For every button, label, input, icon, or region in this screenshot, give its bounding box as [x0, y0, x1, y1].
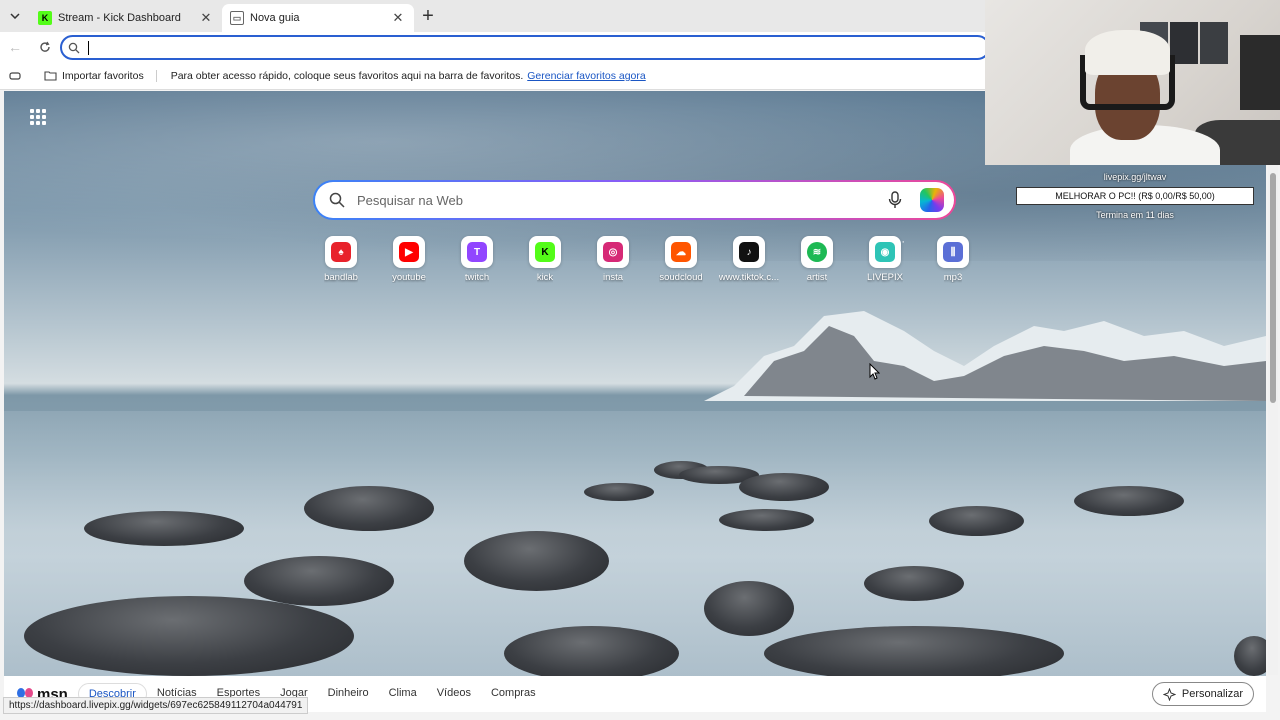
overlay-ends: Termina em 11 dias	[1096, 210, 1174, 220]
shortcut-youtube[interactable]: ▶ youtube	[375, 236, 443, 283]
chevron-down-icon	[10, 13, 20, 19]
background-mountain	[704, 311, 1266, 401]
bandlab-icon: ♠	[331, 242, 351, 262]
soundcloud-icon: ☁	[671, 242, 691, 262]
shortcut-label: LIVEPIX	[867, 272, 903, 283]
shortcut-artist[interactable]: ≋ artist	[783, 236, 851, 283]
close-icon[interactable]: ✕	[198, 10, 214, 26]
rock	[1074, 486, 1184, 516]
donation-goal: MELHORAR O PC!! (R$ 0,00/R$ 50,00)	[1016, 187, 1254, 205]
shortcut-mp3[interactable]: ⫼ mp3	[919, 236, 987, 283]
import-favorites-button[interactable]: Importar favoritos	[44, 69, 157, 82]
shortcut-insta[interactable]: ◎ insta	[579, 236, 647, 283]
kick-icon: K	[38, 11, 52, 25]
close-icon[interactable]: ✕	[390, 10, 406, 26]
new-tab-button[interactable]: +	[414, 2, 442, 30]
more-options-icon[interactable]: ···	[894, 236, 905, 248]
web-search-box[interactable]: Pesquisar na Web	[313, 180, 956, 220]
personalize-label: Personalizar	[1181, 688, 1243, 700]
shortcut-tiktok[interactable]: ♪ www.tiktok.c...	[715, 236, 783, 283]
shortcut-soundcloud[interactable]: ☁ soudcloud	[647, 236, 715, 283]
search-icon	[68, 42, 80, 53]
msn-tab-clima[interactable]: Clima	[379, 683, 427, 705]
shortcut-label: kick	[536, 272, 554, 283]
shortcut-label: mp3	[943, 272, 963, 283]
wall-clothes	[1240, 35, 1280, 110]
rock	[504, 626, 679, 676]
search-placeholder: Pesquisar na Web	[357, 192, 463, 208]
search-icon	[329, 192, 345, 208]
msn-tab-dinheiro[interactable]: Dinheiro	[318, 683, 379, 705]
donation-overlay: livepix.gg/jltwav MELHORAR O PC!! (R$ 0,…	[1016, 172, 1254, 220]
favorites-hint: Para obter acesso rápido, coloque seus f…	[170, 69, 524, 82]
shortcut-twitch[interactable]: Ttwitch	[443, 236, 511, 283]
msn-tab-compras[interactable]: Compras	[481, 683, 546, 705]
back-button[interactable]: ←	[0, 32, 30, 62]
shortcut-label: soudcloud	[659, 272, 703, 283]
audio-wave-icon: ⫼	[943, 242, 963, 262]
twitch-icon: T	[467, 242, 487, 262]
rock	[704, 581, 794, 636]
webcam-feed	[985, 0, 1280, 165]
tab-title: Nova guia	[250, 12, 300, 24]
refresh-icon	[40, 41, 50, 52]
person-cap	[1085, 30, 1170, 75]
scrollbar-thumb[interactable]	[1270, 173, 1276, 403]
rock	[764, 626, 1064, 676]
tab-kick-dashboard[interactable]: K Stream - Kick Dashboard ✕	[30, 4, 222, 32]
quick-links: ♠ bandlab ▶ youtube Ttwitch Kkick ◎ insta ☁…	[307, 236, 987, 283]
microphone-icon[interactable]	[884, 191, 906, 209]
tab-list-button[interactable]	[0, 0, 30, 32]
shortcut-bandlab[interactable]: ♠ bandlab	[307, 236, 375, 283]
shortcut-label: bandlab	[324, 272, 358, 283]
overlay-url: livepix.gg/jltwav	[1103, 172, 1167, 182]
folder-icon	[44, 71, 57, 81]
status-bar-url: https://dashboard.livepix.gg/widgets/697…	[3, 697, 309, 714]
shortcut-label: insta	[602, 272, 624, 283]
refresh-button[interactable]	[30, 32, 60, 62]
import-favorites-label: Importar favoritos	[62, 69, 144, 82]
rock	[464, 531, 609, 591]
tab-title: Stream - Kick Dashboard	[58, 12, 181, 24]
rock	[84, 511, 244, 546]
text-caret	[88, 40, 89, 55]
shortcut-label: www.tiktok.c...	[718, 272, 780, 283]
shortcut-kick[interactable]: Kkick	[511, 236, 579, 283]
copilot-icon[interactable]	[920, 188, 944, 212]
tab-bar: K Stream - Kick Dashboard ✕ ▭ Nova guia …	[0, 0, 985, 32]
manage-favorites-link[interactable]: Gerenciar favoritos agora	[527, 70, 645, 82]
favorites-bar: Importar favoritos Para obter acesso ráp…	[0, 62, 985, 90]
shortcut-label: artist	[806, 272, 828, 283]
toolbar: ←	[0, 32, 990, 62]
msn-tab-videos[interactable]: Vídeos	[427, 683, 481, 705]
apps-launcher-icon[interactable]	[30, 109, 46, 125]
shortcut-label: twitch	[464, 272, 490, 283]
shortcut-livepix[interactable]: ◉ LIVEPIX	[851, 236, 919, 283]
livepix-icon: ◉	[875, 242, 895, 262]
youtube-icon: ▶	[399, 242, 419, 262]
wall-poster	[1200, 22, 1228, 64]
rock	[929, 506, 1024, 536]
rock	[864, 566, 964, 601]
rock	[719, 509, 814, 531]
page-scrollbar[interactable]	[1268, 165, 1278, 675]
shortcut-label: youtube	[392, 272, 426, 283]
spotify-icon: ≋	[807, 242, 827, 262]
new-tab-icon: ▭	[230, 11, 244, 25]
rock	[739, 473, 829, 501]
kick-icon: K	[535, 242, 555, 262]
instagram-icon: ◎	[603, 242, 623, 262]
mouse-pointer-icon	[869, 363, 880, 380]
tiktok-icon: ♪	[739, 242, 759, 262]
rock	[584, 483, 654, 501]
rock	[1234, 636, 1266, 676]
collections-icon[interactable]	[0, 71, 30, 81]
rock	[244, 556, 394, 606]
sparkle-icon	[1162, 687, 1176, 701]
tab-new-tab[interactable]: ▭ Nova guia ✕	[222, 4, 414, 32]
address-bar[interactable]	[60, 35, 990, 60]
personalize-button[interactable]: Personalizar	[1151, 682, 1254, 706]
rock	[304, 486, 434, 531]
rock	[24, 596, 354, 676]
